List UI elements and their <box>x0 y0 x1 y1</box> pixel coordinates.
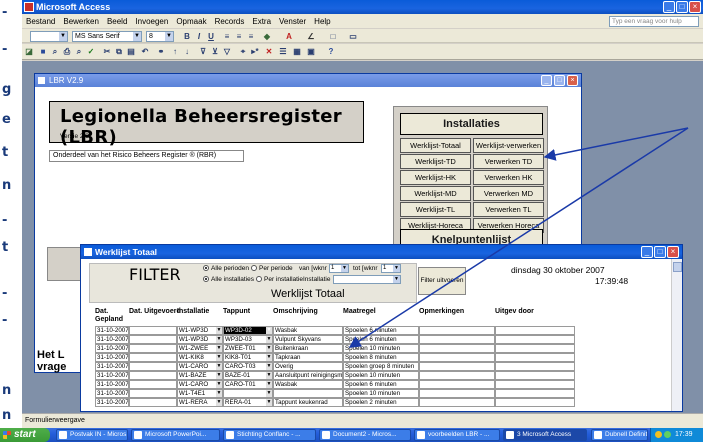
task-app-icon <box>506 431 514 439</box>
task-label: Stichting Conflanc - ... <box>237 431 301 438</box>
clock: 17:39 <box>675 431 693 438</box>
task-label: 3 Microsoft Access <box>517 431 572 438</box>
task-label: Postvak IN - Micros... <box>70 431 128 438</box>
taskbar-task[interactable]: Postvak IN - Micros... <box>56 429 128 441</box>
task-app-icon <box>322 431 330 439</box>
tray-shield-icon[interactable] <box>655 431 662 438</box>
arrow-to-vulpunt-row <box>348 127 689 348</box>
windows-flag-icon <box>3 431 11 439</box>
task-app-icon <box>417 431 425 439</box>
taskbar-task[interactable]: voorbeelden LBR - ... <box>414 429 500 441</box>
system-tray: 17:39 <box>650 428 703 442</box>
task-label: Document2 - Micros... <box>333 431 397 438</box>
taskbar-task[interactable]: Microsoft PowerPoi... <box>131 429 220 441</box>
task-label: voorbeelden LBR - ... <box>428 431 490 438</box>
task-label: Microsoft PowerPoi... <box>145 431 207 438</box>
task-app-icon <box>594 431 602 439</box>
taskbar-task[interactable]: Dubnell Definitief <box>591 429 648 441</box>
taskbar-task[interactable]: Stichting Conflanc - ... <box>223 429 316 441</box>
taskbar-task[interactable]: Document2 - Micros... <box>319 429 411 441</box>
taskbar-task[interactable]: 3 Microsoft Access <box>503 429 587 441</box>
taskbar: start Postvak IN - Micros... Microsoft Po… <box>0 428 703 442</box>
task-app-icon <box>134 431 142 439</box>
task-label: Dubnell Definitief <box>605 431 648 438</box>
tray-network-icon[interactable] <box>664 431 671 438</box>
task-app-icon <box>226 431 234 439</box>
annotation-arrows <box>348 127 689 348</box>
task-app-icon <box>59 431 67 439</box>
